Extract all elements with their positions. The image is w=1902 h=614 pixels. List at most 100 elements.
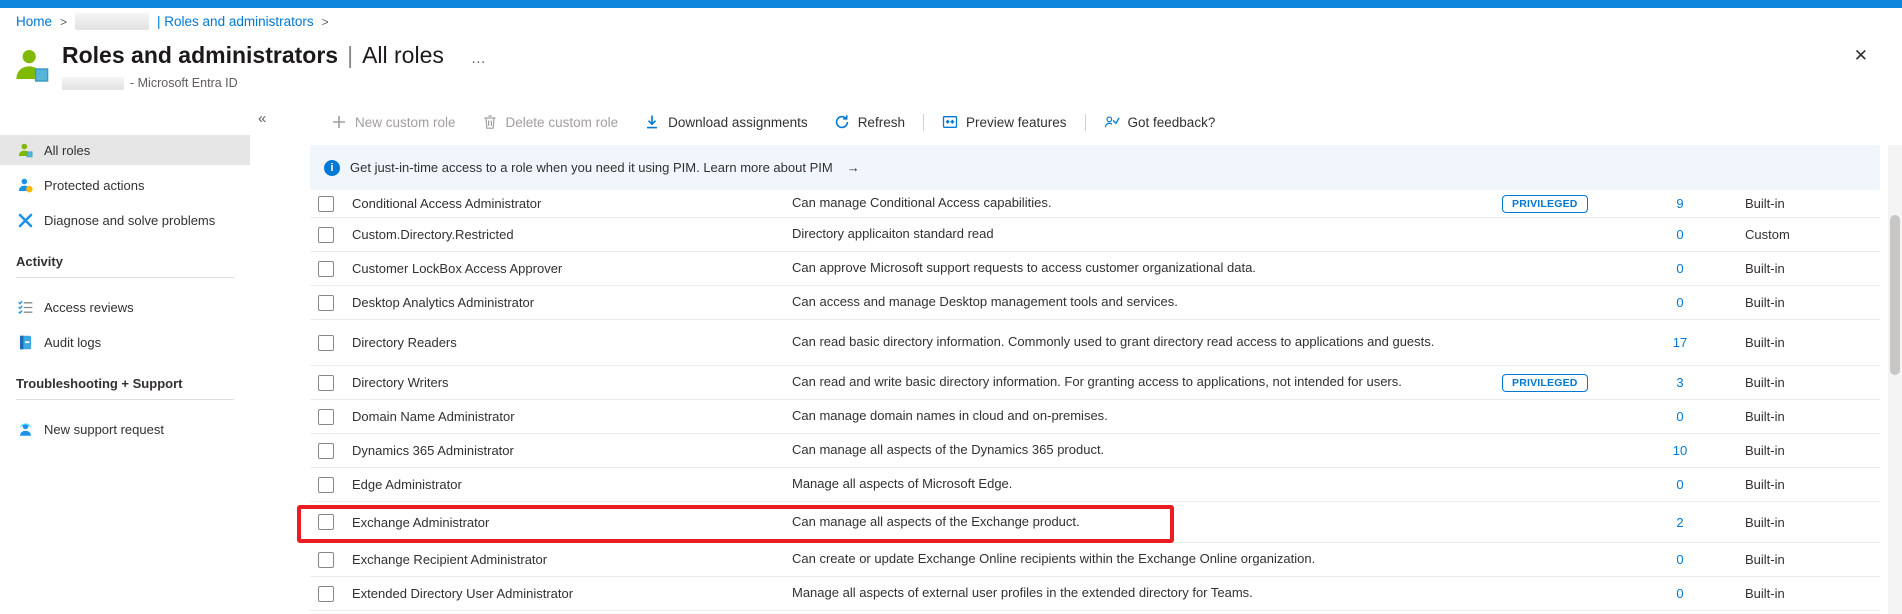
- sidebar-item-new-support-request[interactable]: New support request: [0, 414, 250, 444]
- row-checkbox[interactable]: [318, 477, 334, 493]
- row-checkbox[interactable]: [318, 335, 334, 351]
- roles-page-icon: [12, 45, 52, 87]
- assignments-count-link[interactable]: 9: [1650, 196, 1710, 211]
- table-row[interactable]: Dynamics 365 Administrator Can manage al…: [310, 434, 1880, 468]
- table-row[interactable]: Conditional Access Administrator Can man…: [310, 190, 1880, 218]
- sidebar-collapse-icon[interactable]: «: [258, 110, 266, 127]
- sidebar-item-audit-logs[interactable]: Audit logs: [0, 327, 250, 357]
- row-checkbox[interactable]: [318, 295, 334, 311]
- role-description: Can read basic directory information. Co…: [792, 333, 1452, 351]
- assignments-count-link[interactable]: 0: [1650, 295, 1710, 310]
- info-icon: i: [324, 160, 340, 176]
- role-name: Exchange Recipient Administrator: [334, 552, 792, 567]
- assignments-count-link[interactable]: 10: [1650, 443, 1710, 458]
- role-description: Can read and write basic directory infor…: [792, 373, 1452, 391]
- delete-custom-role-button[interactable]: Delete custom role: [469, 114, 632, 130]
- roles-table: Conditional Access Administrator Can man…: [310, 190, 1880, 611]
- privileged-cell: PRIVILEGED: [1452, 194, 1650, 213]
- sidebar-item-access-reviews[interactable]: Access reviews: [0, 292, 250, 322]
- new-custom-role-button[interactable]: New custom role: [318, 114, 469, 130]
- pim-info-banner[interactable]: i Get just-in-time access to a role when…: [310, 145, 1880, 190]
- role-name: Edge Administrator: [334, 477, 792, 492]
- download-icon: [644, 114, 660, 130]
- table-row[interactable]: Custom.Directory.Restricted Directory ap…: [310, 218, 1880, 252]
- refresh-button[interactable]: Refresh: [821, 114, 918, 130]
- role-type: Built-in: [1710, 552, 1785, 567]
- table-row[interactable]: Extended Directory User Administrator Ma…: [310, 577, 1880, 611]
- role-type: Built-in: [1710, 409, 1785, 424]
- assignments-count-link[interactable]: 17: [1650, 335, 1710, 350]
- overflow-menu-icon[interactable]: …: [471, 50, 487, 67]
- role-name: Customer LockBox Access Approver: [334, 261, 792, 276]
- assignments-count-link[interactable]: 2: [1650, 515, 1710, 530]
- row-checkbox[interactable]: [318, 375, 334, 391]
- subtitle-text: - Microsoft Entra ID: [130, 76, 238, 90]
- sidebar-divider: [16, 399, 234, 400]
- assignments-count-link[interactable]: 0: [1650, 261, 1710, 276]
- page-title-divider: |: [347, 42, 353, 69]
- table-row[interactable]: Domain Name Administrator Can manage dom…: [310, 400, 1880, 434]
- role-description: Manage all aspects of Microsoft Edge.: [792, 475, 1452, 493]
- privileged-badge: PRIVILEGED: [1502, 195, 1588, 213]
- breadcrumb-home-link[interactable]: Home: [16, 14, 52, 29]
- role-type: Built-in: [1710, 335, 1785, 350]
- privileged-cell: PRIVILEGED: [1452, 373, 1650, 392]
- breadcrumb-separator: >: [60, 15, 67, 29]
- toolbar-button-label: Got feedback?: [1128, 115, 1216, 130]
- role-name: Custom.Directory.Restricted: [334, 227, 792, 242]
- table-row[interactable]: Customer LockBox Access Approver Can app…: [310, 252, 1880, 286]
- assignments-count-link[interactable]: 0: [1650, 409, 1710, 424]
- role-type: Built-in: [1710, 295, 1785, 310]
- assignments-count-link[interactable]: 0: [1650, 227, 1710, 242]
- role-description: Can create or update Exchange Online rec…: [792, 550, 1452, 568]
- got-feedback-button[interactable]: Got feedback?: [1091, 114, 1229, 130]
- breadcrumb-current-link[interactable]: | Roles and administrators: [157, 14, 314, 29]
- preview-features-icon: [942, 114, 958, 130]
- table-row[interactable]: Desktop Analytics Administrator Can acce…: [310, 286, 1880, 320]
- table-row[interactable]: Edge Administrator Manage all aspects of…: [310, 468, 1880, 502]
- assignments-count-link[interactable]: 0: [1650, 477, 1710, 492]
- toolbar-button-label: Delete custom role: [506, 115, 619, 130]
- row-checkbox[interactable]: [318, 409, 334, 425]
- arrow-right-icon: →: [847, 160, 860, 175]
- row-checkbox[interactable]: [318, 586, 334, 602]
- role-type: Built-in: [1710, 375, 1785, 390]
- toolbar: New custom role Delete custom role Downloa…: [318, 106, 1228, 138]
- row-checkbox[interactable]: [318, 261, 334, 277]
- sidebar-divider: [16, 277, 234, 278]
- feedback-icon: [1104, 114, 1120, 130]
- sidebar-nav: All roles Protected actions Diagnose and s…: [0, 118, 250, 449]
- role-name: Domain Name Administrator: [334, 409, 792, 424]
- table-row[interactable]: Exchange Administrator Can manage all as…: [310, 502, 1880, 543]
- row-checkbox[interactable]: [318, 552, 334, 568]
- diagnose-icon: [16, 211, 34, 229]
- page-subtitle: - Microsoft Entra ID: [62, 76, 487, 90]
- close-icon[interactable]: ✕: [1854, 46, 1868, 66]
- table-row[interactable]: Directory Readers Can read basic directo…: [310, 320, 1880, 366]
- page-header: Roles and administrators | All roles … -…: [12, 42, 487, 90]
- preview-features-button[interactable]: Preview features: [929, 114, 1080, 130]
- assignments-count-link[interactable]: 0: [1650, 586, 1710, 601]
- role-description: Can manage domain names in cloud and on-…: [792, 407, 1452, 425]
- row-checkbox[interactable]: [318, 514, 334, 530]
- assignments-count-link[interactable]: 0: [1650, 552, 1710, 567]
- vertical-scrollbar[interactable]: [1888, 145, 1902, 614]
- scrollbar-thumb[interactable]: [1890, 215, 1900, 375]
- row-checkbox[interactable]: [318, 443, 334, 459]
- table-row[interactable]: Exchange Recipient Administrator Can cre…: [310, 543, 1880, 577]
- breadcrumb-separator: >: [322, 15, 329, 29]
- role-name: Directory Writers: [334, 375, 792, 390]
- sidebar-item-label: New support request: [44, 422, 164, 437]
- role-name: Dynamics 365 Administrator: [334, 443, 792, 458]
- azure-top-bar: [0, 0, 1902, 8]
- assignments-count-link[interactable]: 3: [1650, 375, 1710, 390]
- sidebar-item-all-roles[interactable]: All roles: [0, 135, 250, 165]
- sidebar-item-diagnose-and-solve-problems[interactable]: Diagnose and solve problems: [0, 205, 250, 235]
- role-type: Custom: [1710, 227, 1790, 242]
- sidebar-item-protected-actions[interactable]: Protected actions: [0, 170, 250, 200]
- download-assignments-button[interactable]: Download assignments: [631, 114, 821, 130]
- row-checkbox[interactable]: [318, 196, 334, 212]
- role-name: Extended Directory User Administrator: [334, 586, 792, 601]
- table-row[interactable]: Directory Writers Can read and write bas…: [310, 366, 1880, 400]
- row-checkbox[interactable]: [318, 227, 334, 243]
